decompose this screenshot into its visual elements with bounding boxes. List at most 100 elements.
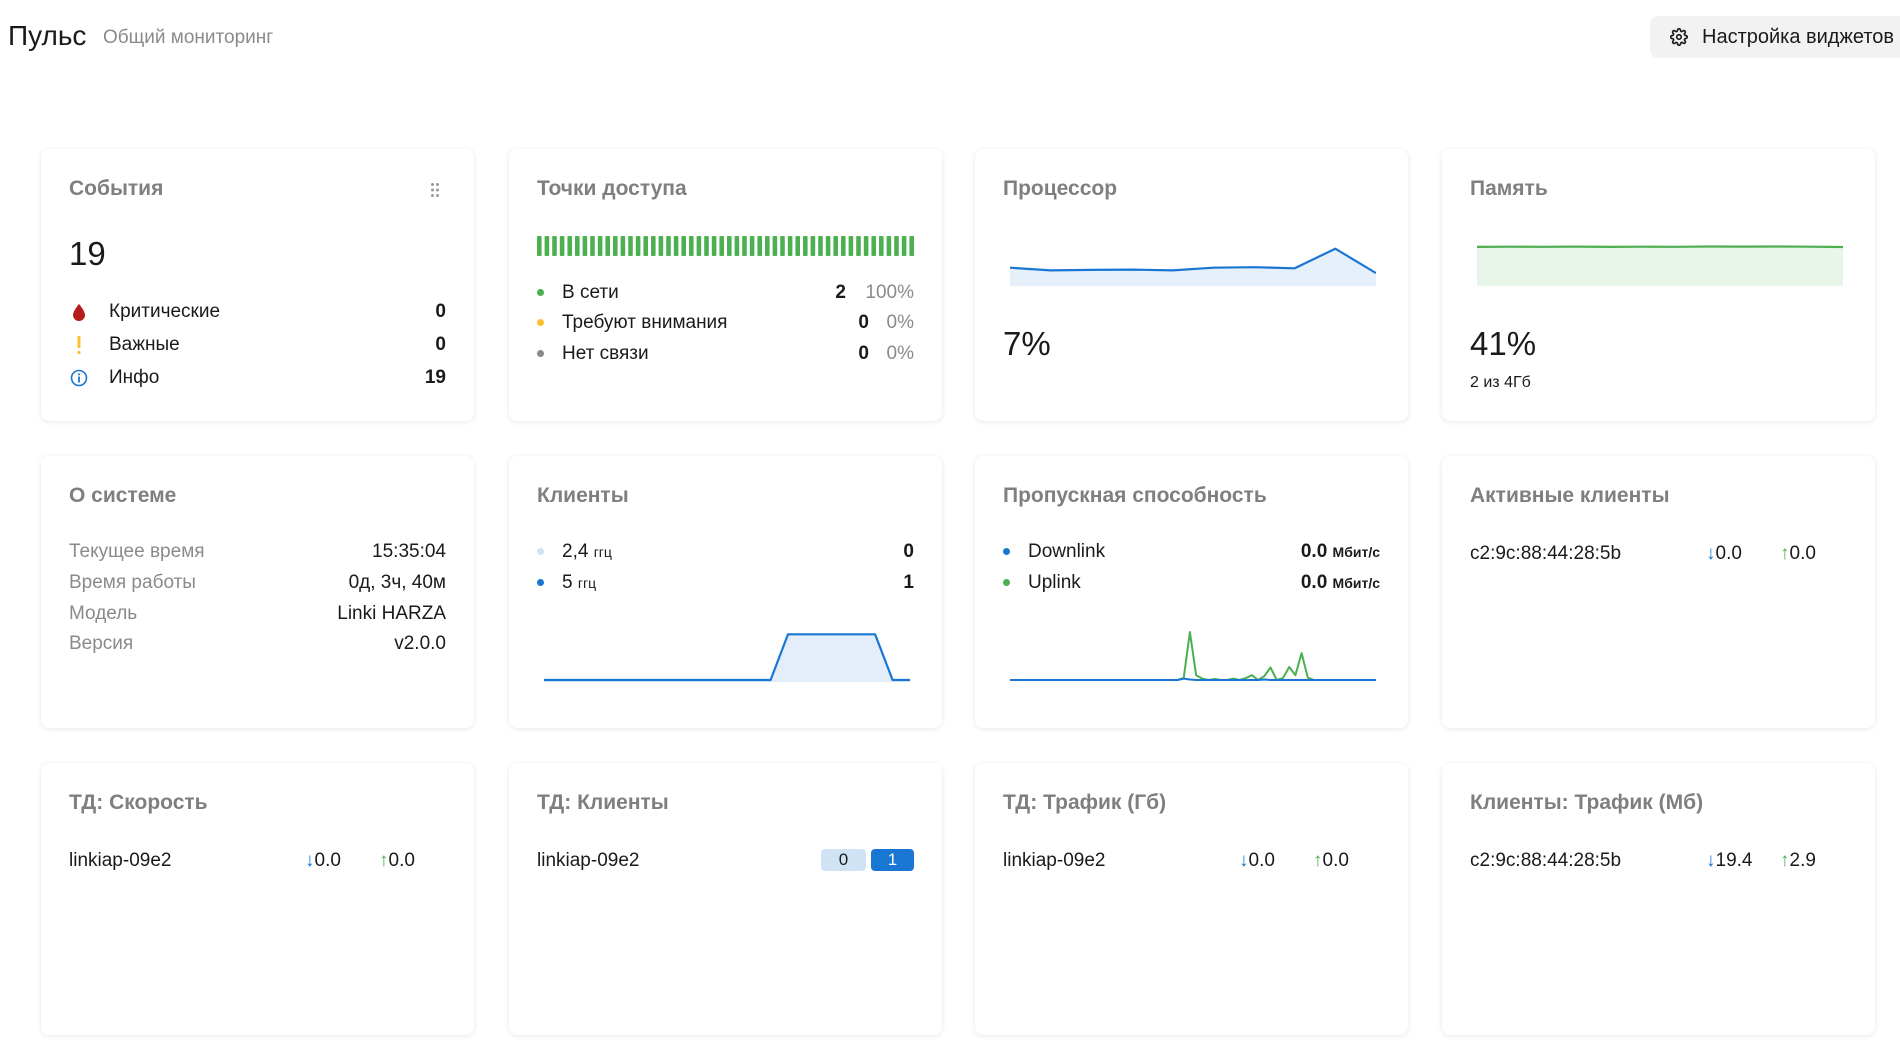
system-value-model: Linki HARZA	[337, 603, 446, 624]
ap-speed-up: ↑0.0	[379, 850, 415, 871]
events-value-critical: 0	[435, 301, 446, 322]
widget-settings-button[interactable]: Настройка виджетов	[1650, 16, 1900, 58]
ap-attention-percent: 0%	[886, 312, 914, 333]
ap-status-segment	[901, 236, 907, 256]
ap-status-segment	[787, 236, 793, 256]
system-widget: О системе Текущее время 15:35:04 Время р…	[41, 456, 474, 728]
system-row-model: Модель Linki HARZA	[69, 602, 446, 626]
ap-status-segment	[696, 236, 702, 256]
ap-status-segment	[833, 236, 838, 256]
ap-status-segment	[856, 236, 861, 256]
ap-traffic-down: ↓0.0	[1239, 850, 1275, 871]
memory-note: 2 из 4Гб	[1470, 374, 1531, 391]
events-label-critical: Критические	[109, 301, 221, 322]
ap-status-segment	[605, 236, 610, 256]
ap-status-segment	[666, 236, 671, 256]
clients-widget: Клиенты 2,4 ггц 0 5 ггц 1	[509, 456, 942, 728]
events-widget: События 19 Критические 0 Важные 0 Инфо 1…	[41, 149, 474, 421]
ap-status-segment	[810, 236, 816, 256]
arrow-up-icon: ↑	[379, 850, 389, 871]
ap-status-segment	[582, 236, 588, 256]
ap-status-segment	[643, 236, 648, 256]
list-item[interactable]: linkiap-09e2 ↓0.0 ↑0.0	[69, 849, 446, 873]
clients-5ghz-label: 5 ггц	[562, 572, 597, 593]
exclamation-icon	[77, 336, 81, 354]
uplink-line	[1010, 631, 1376, 681]
events-label-important: Важные	[109, 334, 180, 355]
ap-speed-title: ТД: Скорость	[69, 791, 208, 814]
ap-traffic-title: ТД: Трафик (Гб)	[1003, 791, 1167, 814]
clients-title: Клиенты	[537, 484, 629, 507]
active-client-mac: c2:9c:88:44:28:5b	[1470, 543, 1622, 564]
ap-status-segment	[863, 236, 869, 256]
list-item[interactable]: linkiap-09e2 0 1	[537, 849, 914, 873]
downlink-line	[1010, 677, 1376, 681]
clients-row-5ghz: 5 ггц 1	[537, 571, 914, 595]
active-client-up: ↑0.0	[1780, 543, 1816, 564]
blood-drop-icon	[73, 304, 85, 321]
memory-area	[1477, 246, 1843, 286]
arrow-down-icon: ↓	[1706, 543, 1716, 564]
ap-status-segment	[780, 236, 785, 256]
ap-status-segment	[841, 236, 846, 256]
system-value-time: 15:35:04	[372, 541, 446, 562]
list-item[interactable]: c2:9c:88:44:28:5b ↓19.4 ↑2.9	[1470, 849, 1847, 873]
events-row-critical: Критические 0	[69, 300, 446, 324]
ap-status-segment	[727, 236, 732, 256]
ap-status-segment	[597, 236, 603, 256]
clients-5ghz-value: 1	[903, 572, 914, 593]
ap-status-segment	[871, 236, 876, 256]
ap-status-segment	[704, 236, 709, 256]
drag-handle-icon[interactable]	[430, 182, 440, 198]
ap-clients-title: ТД: Клиенты	[537, 791, 669, 814]
clients-sparkline	[544, 633, 910, 682]
ap-attention-dot	[537, 319, 544, 326]
clients-24ghz-dot	[537, 548, 544, 555]
throughput-row-downlink: Downlink 0.0 Мбит/с	[1003, 540, 1380, 564]
client-traffic-down: ↓19.4	[1706, 850, 1753, 871]
ap-speed-name: linkiap-09e2	[69, 850, 172, 871]
ap-status-segment	[772, 236, 778, 256]
ap-status-segment	[803, 236, 808, 256]
clients-area	[544, 634, 910, 682]
ap-status-segment	[689, 236, 694, 256]
uplink-value: 0.0 Мбит/с	[1300, 572, 1380, 593]
ap-offline-label: Нет связи	[562, 343, 649, 364]
active-client-down: ↓0.0	[1706, 543, 1742, 564]
system-value-version: v2.0.0	[394, 633, 446, 654]
ap-status-segment	[575, 236, 580, 256]
access-points-widget: Точки доступа В сети 2 100% Требуют вним…	[509, 149, 942, 421]
arrow-down-icon: ↓	[305, 850, 315, 871]
ap-online-dot	[537, 289, 544, 296]
ap-status-segment	[848, 236, 854, 256]
ap-status-segment	[742, 236, 747, 256]
events-label-info: Инфо	[109, 367, 160, 388]
cpu-widget: Процессор 7%	[975, 149, 1408, 421]
events-value-important: 0	[435, 334, 446, 355]
info-icon	[70, 369, 88, 387]
ap-online-count: 2	[835, 282, 846, 303]
ap-status-segment	[628, 236, 633, 256]
ap-status-segment	[559, 236, 565, 256]
ap-clients-24ghz-badge: 0	[821, 849, 866, 871]
cpu-sparkline	[1010, 247, 1376, 286]
access-points-status-bar	[537, 236, 914, 256]
throughput-sparkline	[1010, 631, 1376, 681]
clients-24ghz-value: 0	[903, 541, 914, 562]
system-label-uptime: Время работы	[69, 572, 196, 593]
system-label-model: Модель	[69, 603, 138, 624]
system-row-version: Версия v2.0.0	[69, 632, 446, 656]
memory-title: Память	[1470, 177, 1548, 200]
events-row-info: Инфо 19	[69, 366, 446, 390]
list-item[interactable]: c2:9c:88:44:28:5b ↓0.0 ↑0.0	[1470, 542, 1847, 566]
arrow-down-icon: ↓	[1706, 850, 1716, 871]
page-subtitle: Общий мониторинг	[103, 27, 274, 48]
ap-online-label: В сети	[562, 282, 619, 303]
ap-row-online: В сети 2 100%	[537, 281, 914, 305]
top-bar: Пульс Общий мониторинг Настройка виджето…	[0, 0, 1900, 76]
list-item[interactable]: linkiap-09e2 ↓0.0 ↑0.0	[1003, 849, 1380, 873]
ap-offline-count: 0	[858, 343, 869, 364]
uplink-dot	[1003, 579, 1010, 586]
system-label-version: Версия	[69, 633, 134, 654]
events-value-info: 19	[424, 367, 446, 388]
